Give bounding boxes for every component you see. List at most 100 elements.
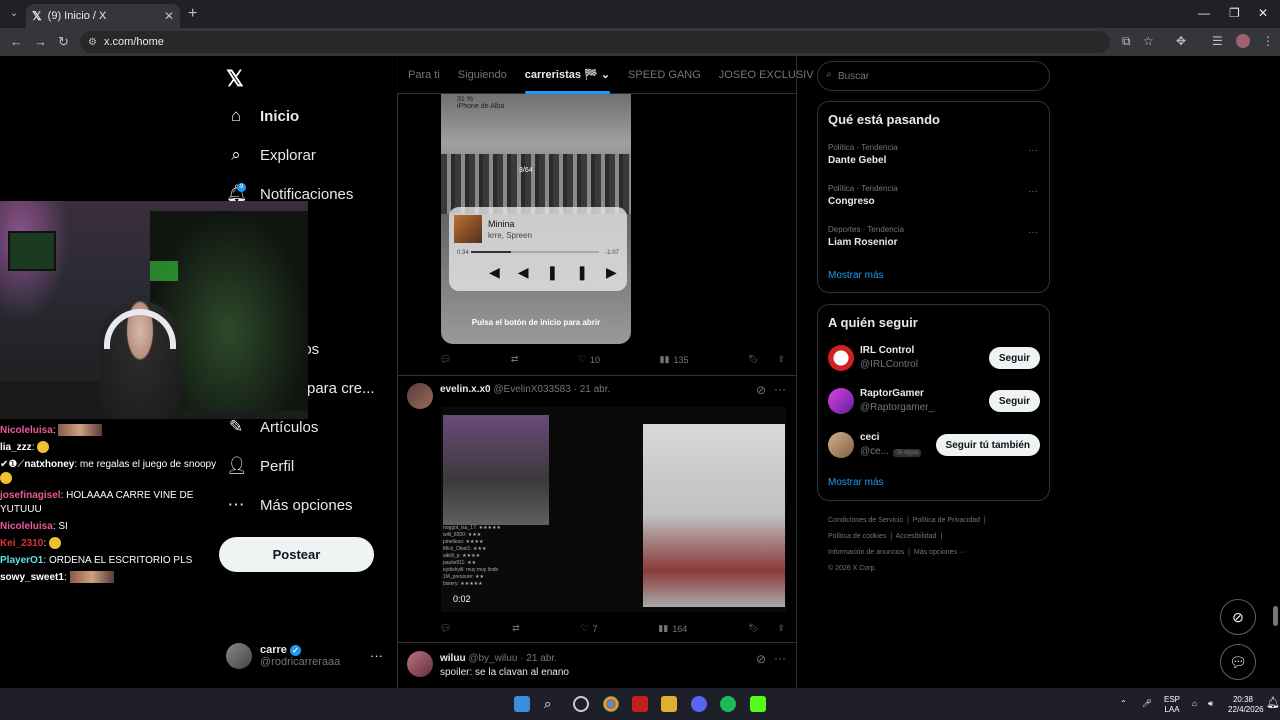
footer-link[interactable]: Condiciones de Servicio bbox=[828, 517, 903, 524]
extensions-icon[interactable]: ✥ bbox=[1176, 34, 1186, 48]
kick-icon[interactable] bbox=[750, 696, 766, 712]
bookmark-icon[interactable]: 🔖︎ bbox=[748, 354, 759, 365]
more-icon[interactable]: ··· bbox=[1028, 227, 1038, 238]
grok-icon[interactable]: ⊘ bbox=[756, 652, 766, 666]
follow-suggestion[interactable]: ceci @ce... Te sigue Seguir tú también bbox=[828, 432, 1040, 462]
search-icon[interactable]: ⌕ bbox=[544, 696, 560, 712]
avatar[interactable] bbox=[407, 651, 433, 677]
more-icon[interactable]: ··· bbox=[1028, 186, 1038, 197]
follow-button[interactable]: Seguir bbox=[988, 347, 1040, 369]
like-button[interactable]: ♡ 7 bbox=[580, 623, 597, 634]
share-icon[interactable]: ⇪ bbox=[777, 623, 785, 634]
search-input[interactable]: ⌕ Buscar bbox=[817, 61, 1050, 91]
trend-item[interactable]: Deportes · Tendencia Liam Rosenior ··· bbox=[828, 225, 1038, 248]
footer-link[interactable]: Información de anuncios bbox=[828, 549, 904, 556]
account-more-icon[interactable]: ··· bbox=[370, 648, 383, 663]
share-icon[interactable]: ⇪ bbox=[777, 354, 785, 365]
post-button[interactable]: Postear bbox=[219, 537, 374, 572]
browser-tab[interactable]: 𝕏 (9) Inicio / X ✕ bbox=[26, 4, 180, 28]
windows-start-icon[interactable] bbox=[514, 696, 530, 712]
file-explorer-icon[interactable] bbox=[661, 696, 677, 712]
phone-name: iPhone de Alba bbox=[457, 103, 505, 110]
tab-para-ti[interactable]: Para ti bbox=[397, 56, 449, 94]
reload-icon[interactable]: ↻ bbox=[58, 34, 69, 50]
repost-icon[interactable]: ⇄ bbox=[511, 354, 519, 365]
show-more-suggestions[interactable]: Mostrar más bbox=[828, 477, 884, 488]
address-bar[interactable]: ⚙ x.com/home bbox=[80, 31, 1110, 53]
tab-siguiendo[interactable]: Siguiendo bbox=[449, 56, 516, 94]
mic-icon[interactable]: 🎤︎ bbox=[1142, 699, 1152, 709]
like-button[interactable]: ♡ 10 bbox=[578, 354, 600, 365]
post-media-video[interactable]: noggot_isa_17: ★★★★★ willi_8300: ★★★ pinel… bbox=[441, 407, 786, 612]
maximize-icon[interactable]: ❐ bbox=[1229, 6, 1240, 20]
messages-fab-icon[interactable]: 💬︎ bbox=[1220, 644, 1256, 680]
nav-mas-opciones[interactable]: ⋯ Más opciones bbox=[226, 489, 353, 521]
footer-link[interactable]: Política de cookies bbox=[828, 533, 886, 540]
trend-item[interactable]: Política · Tendencia Dante Gebel ··· bbox=[828, 143, 1038, 166]
follow-suggestion[interactable]: IRL Control @IRLControl Seguir bbox=[828, 345, 1040, 375]
footer-link[interactable]: Accesibilidad bbox=[896, 533, 937, 540]
suggestion-handle: @ce... bbox=[860, 446, 890, 457]
avatar[interactable] bbox=[407, 383, 433, 409]
bookmark-star-icon[interactable]: ☆ bbox=[1143, 34, 1154, 48]
clock[interactable]: 20:38 22/4/2026 bbox=[1228, 695, 1264, 715]
post-media-image[interactable]: 31 % iPhone de Alba 3/64 Minina krre, Spr… bbox=[441, 94, 631, 344]
site-info-icon[interactable]: ⚙ bbox=[88, 37, 97, 48]
minimize-icon[interactable]: — bbox=[1198, 6, 1210, 20]
obs-icon[interactable] bbox=[573, 696, 589, 712]
discord-icon[interactable] bbox=[691, 696, 707, 712]
tab-carreristas[interactable]: carreristas 🏁 ⌄ bbox=[516, 56, 619, 94]
reply-icon[interactable]: 💬︎ bbox=[440, 623, 451, 634]
tab-speed-gang[interactable]: SPEED GANG bbox=[619, 56, 710, 94]
nav-inicio[interactable]: ⌂ Inicio bbox=[226, 100, 299, 132]
x-logo-icon[interactable]: 𝕏 bbox=[226, 66, 244, 92]
scrollbar-thumb[interactable] bbox=[1273, 606, 1278, 626]
scrollbar[interactable] bbox=[1271, 56, 1280, 688]
back-icon[interactable]: ← bbox=[10, 34, 23, 49]
follow-button[interactable]: Seguir bbox=[988, 390, 1040, 412]
tab-search-icon[interactable]: ⌄ bbox=[6, 6, 22, 22]
follow-back-button[interactable]: Seguir tú también bbox=[935, 434, 1040, 456]
nav-creadores[interactable]: para cre... bbox=[307, 372, 375, 404]
chat-user: PlayerO1 bbox=[0, 555, 44, 566]
menu-icon[interactable]: ⋮ bbox=[1262, 34, 1274, 48]
close-tab-icon[interactable]: ✕ bbox=[164, 9, 174, 23]
spotify-icon[interactable] bbox=[720, 696, 736, 712]
more-icon[interactable]: ··· bbox=[774, 651, 786, 665]
language-indicator[interactable]: ESP LAA bbox=[1164, 695, 1180, 715]
footer-link[interactable]: Política de Privacidad bbox=[913, 517, 980, 524]
notifications-icon[interactable]: 🔔︎ bbox=[1266, 698, 1280, 709]
chrome-icon[interactable] bbox=[603, 696, 619, 712]
nav-explorar[interactable]: ⌕ Explorar bbox=[226, 139, 316, 171]
nav-perfil[interactable]: 👤︎ Perfil bbox=[226, 450, 294, 482]
new-tab-icon[interactable]: + bbox=[188, 5, 197, 23]
repost-icon[interactable]: ⇄ bbox=[512, 623, 520, 634]
show-more-trends[interactable]: Mostrar más bbox=[828, 270, 884, 281]
media-icon[interactable]: ☰ bbox=[1212, 34, 1223, 48]
reply-icon[interactable]: 💬︎ bbox=[440, 354, 451, 365]
app-icon[interactable] bbox=[632, 696, 648, 712]
phone-status: 31 % iPhone de Alba bbox=[457, 96, 504, 110]
views-button[interactable]: ▮▮ 164 bbox=[658, 623, 687, 634]
forward-icon[interactable]: → bbox=[34, 34, 47, 49]
close-window-icon[interactable]: ✕ bbox=[1258, 6, 1268, 20]
network-icon[interactable]: ⌂ bbox=[1192, 699, 1197, 709]
trend-item[interactable]: Política · Tendencia Congreso ··· bbox=[828, 184, 1038, 207]
more-icon[interactable]: ··· bbox=[774, 382, 786, 396]
bookmark-icon[interactable]: 🔖︎ bbox=[748, 623, 759, 634]
grok-icon[interactable]: ⊘ bbox=[756, 383, 766, 397]
install-icon[interactable]: ⧉ bbox=[1122, 34, 1131, 49]
follow-suggestion[interactable]: RaptorGamer @Raptorgamer_ Seguir bbox=[828, 388, 1040, 418]
author-name[interactable]: wiluu bbox=[440, 653, 466, 664]
views-button[interactable]: ▮▮ 135 bbox=[660, 354, 689, 365]
tab-joseo[interactable]: JOSEO EXCLUSIV bbox=[710, 56, 823, 94]
account-switcher[interactable]: carre ✓ @rodricarreraaa bbox=[226, 643, 340, 669]
tray-chevron-icon[interactable]: ⌃ bbox=[1120, 699, 1127, 709]
more-icon[interactable]: ··· bbox=[1028, 145, 1038, 156]
author-name[interactable]: evelin.x.x0 bbox=[440, 384, 491, 395]
footer-link[interactable]: Más opciones ··· bbox=[914, 549, 966, 556]
volume-icon[interactable]: 🔊︎ bbox=[1208, 699, 1213, 709]
grok-fab-icon[interactable]: ⊘ bbox=[1220, 599, 1256, 635]
remaining-time: -1:07 bbox=[605, 250, 619, 256]
profile-avatar[interactable] bbox=[1236, 34, 1250, 48]
